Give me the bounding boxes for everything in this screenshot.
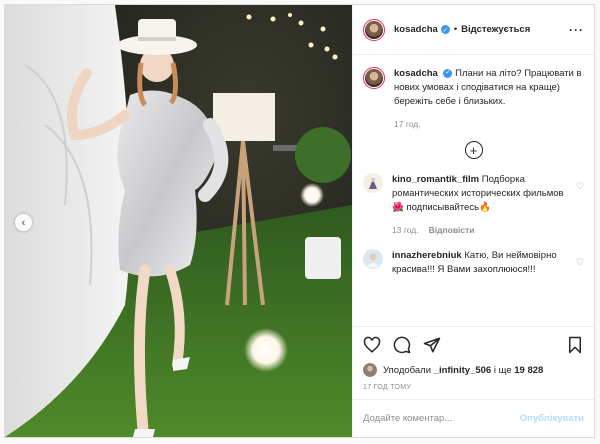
carousel-prev-button[interactable]: ‹ — [15, 214, 32, 231]
comment-time[interactable]: 13 год. — [392, 225, 419, 235]
heart-icon[interactable] — [363, 336, 381, 354]
post-photo[interactable]: ‹ — [5, 5, 352, 437]
likes-count[interactable]: 19 828 — [514, 365, 543, 376]
comment-icon[interactable] — [393, 336, 411, 354]
comment-username[interactable]: kino_romantik_film — [392, 174, 479, 185]
comment-avatar[interactable] — [363, 173, 383, 193]
action-bar — [353, 326, 594, 362]
post-side-panel: kosadcha ✓ • Відстежується ··· kosadcha … — [352, 5, 594, 437]
comment-like-heart-icon[interactable]: ♡ — [576, 255, 584, 269]
liker-avatar[interactable] — [363, 363, 377, 377]
bookmark-icon[interactable] — [566, 336, 584, 354]
more-horizontal-icon[interactable]: ··· — [569, 23, 584, 37]
comment-username[interactable]: innazherebniuk — [392, 250, 462, 261]
publish-button[interactable]: Опублікувати — [520, 413, 584, 424]
likes-first-user[interactable]: _infinity_506 — [434, 365, 492, 376]
comment-meta: 13 год. Відповісти — [392, 223, 568, 237]
likes-prefix: Уподобали — [383, 364, 432, 376]
comment-input[interactable] — [363, 413, 520, 424]
chevron-left-icon: ‹ — [21, 216, 26, 229]
verified-badge-icon: ✓ — [440, 25, 450, 34]
caption-username[interactable]: kosadcha — [394, 68, 438, 79]
author-username[interactable]: kosadcha — [394, 24, 438, 35]
post-header: kosadcha ✓ • Відстежується ··· — [353, 5, 594, 55]
author-avatar[interactable] — [363, 18, 385, 41]
separator-dot: • — [453, 24, 458, 35]
post-timestamp[interactable]: 17 ГОД ТОМУ — [353, 378, 594, 399]
likes-summary: Уподобали _infinity_506 і ще 19 828 — [353, 362, 594, 378]
verified-badge-icon: ✓ — [443, 68, 453, 78]
post-modal: ‹ kosadcha ✓ • Відстежується ··· kosadch… — [4, 4, 595, 438]
caption: kosadcha ✓ Плани на літо? Працювати в но… — [363, 67, 584, 131]
share-icon[interactable] — [423, 336, 441, 354]
caption-time[interactable]: 17 год. — [394, 119, 421, 129]
caption-avatar[interactable] — [363, 67, 385, 89]
reply-button[interactable]: Відповісти — [429, 225, 475, 235]
photo-image — [5, 5, 352, 437]
likes-connector: і ще — [493, 364, 512, 376]
comments-list: kosadcha ✓ Плани на літо? Працювати в но… — [353, 55, 594, 326]
comment-item: innazherebniuk Катю, Ви неймовірно краси… — [363, 249, 584, 277]
comment-avatar[interactable] — [363, 249, 383, 269]
caption-meta: 17 год. — [394, 117, 584, 131]
plus-circle-icon[interactable]: + — [464, 141, 483, 159]
follow-state-button[interactable]: Відстежується — [461, 24, 530, 35]
comment-item: kino_romantik_film Подборка романтически… — [363, 173, 584, 237]
add-comment-bar: Опублікувати — [353, 399, 594, 437]
comment-like-heart-icon[interactable]: ♡ — [576, 179, 584, 193]
